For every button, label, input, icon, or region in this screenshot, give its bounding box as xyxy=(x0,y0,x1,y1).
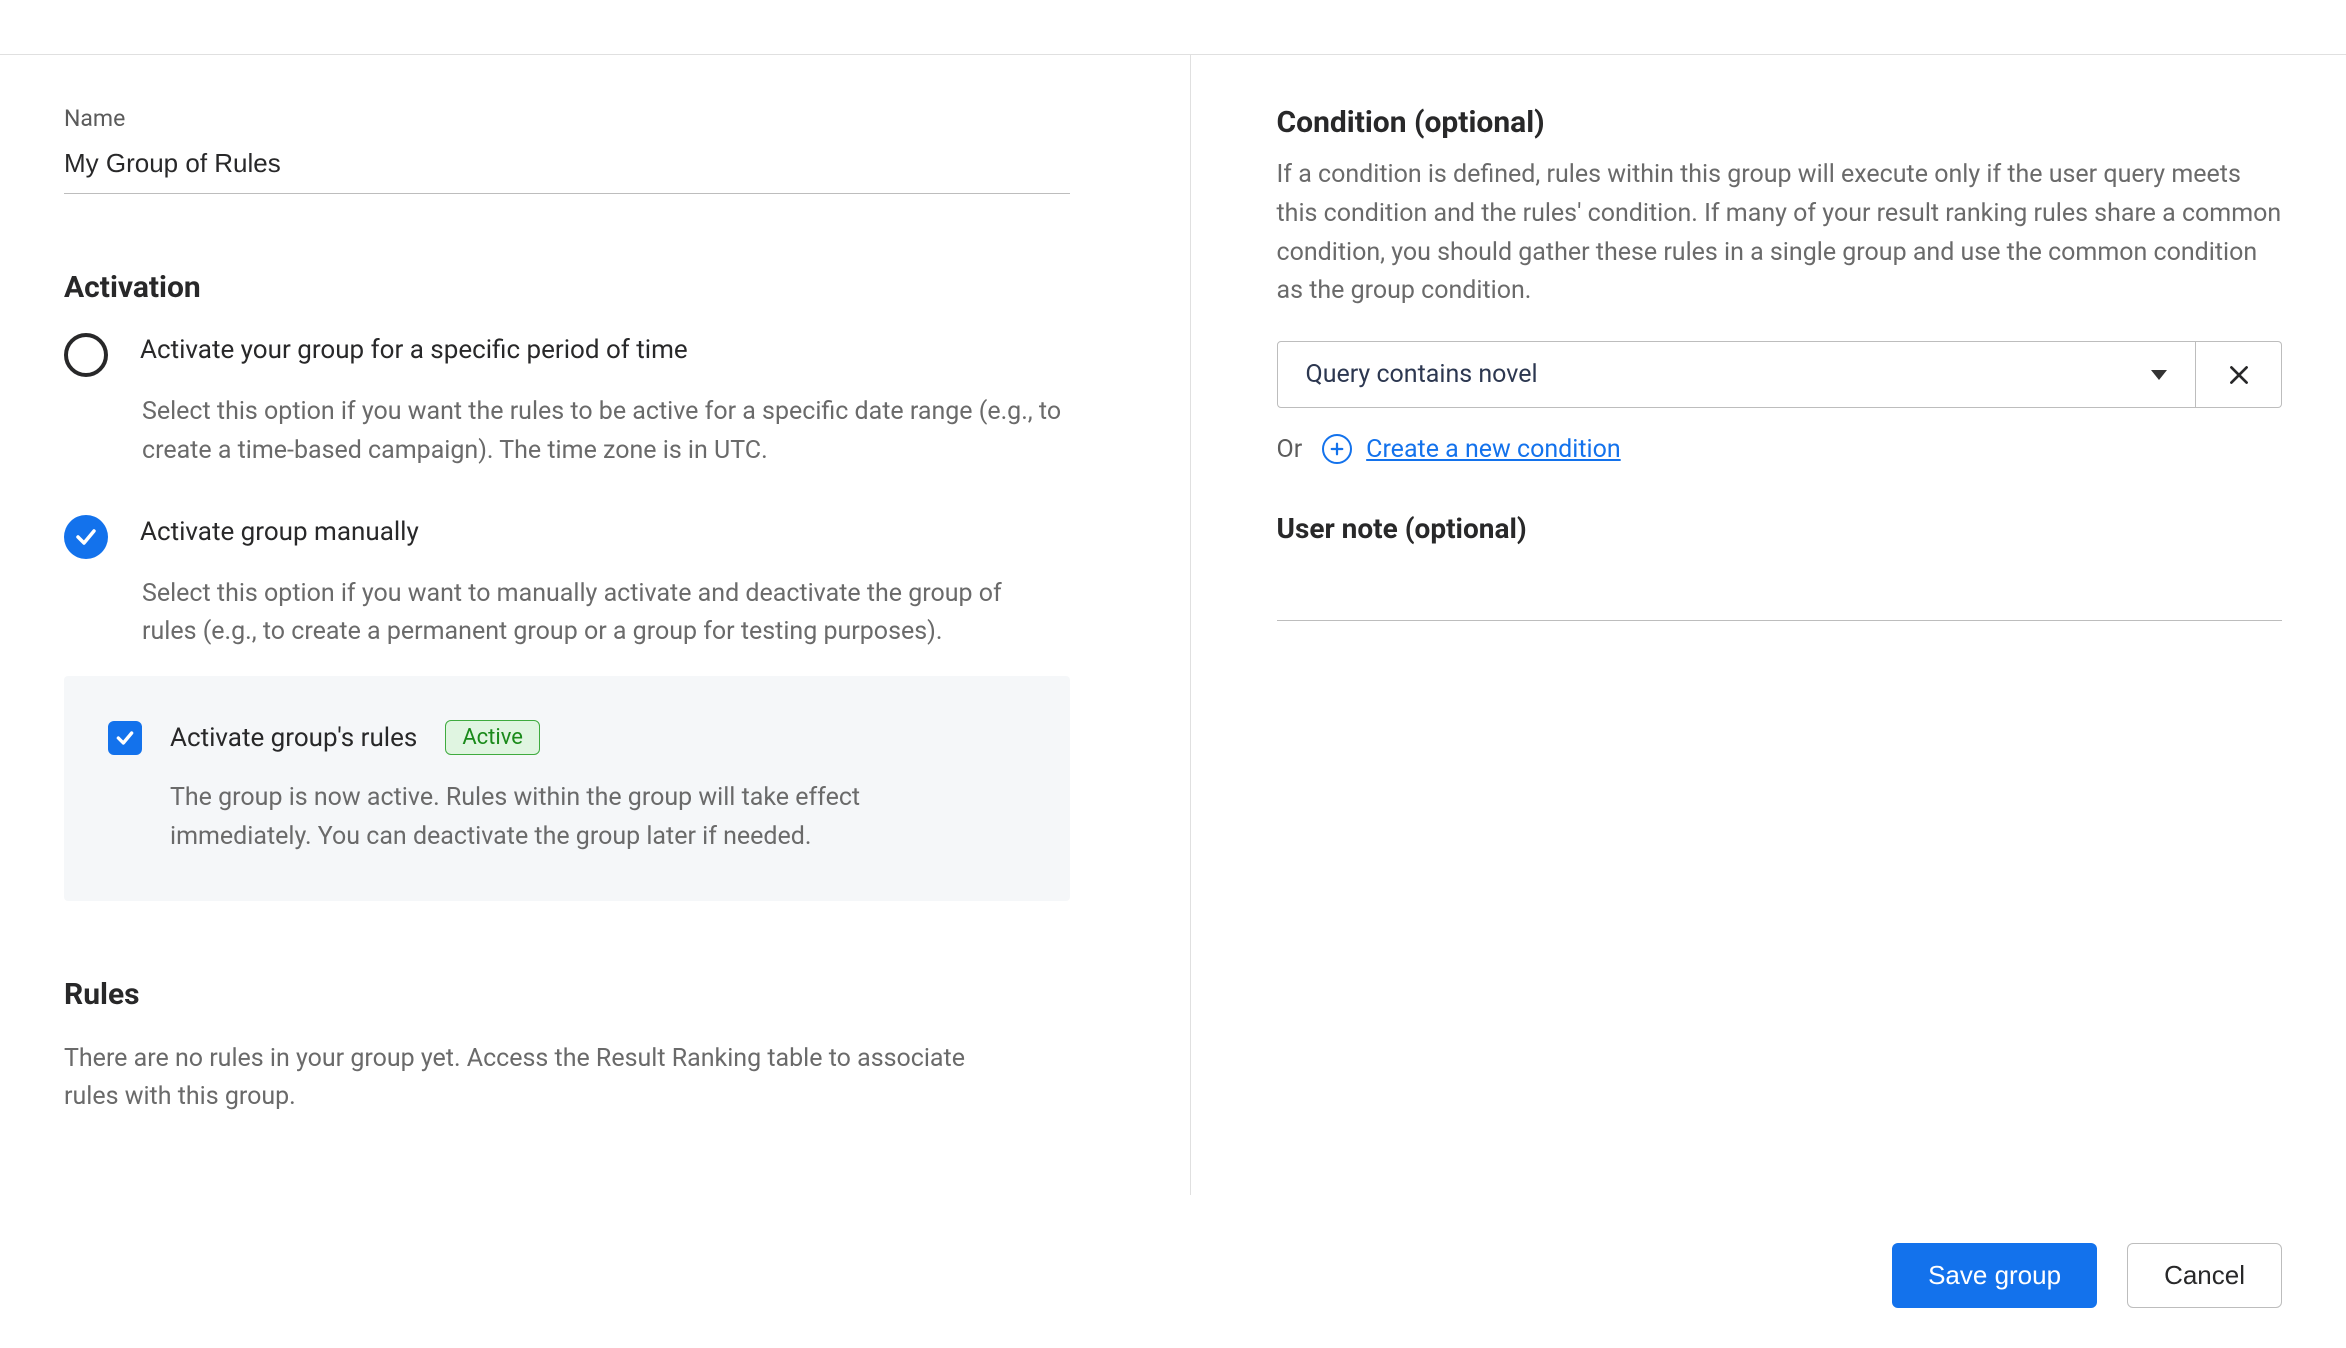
activate-rules-checkbox[interactable] xyxy=(108,721,142,755)
create-condition-link[interactable]: Create a new condition xyxy=(1366,435,1621,464)
activate-rules-panel: Activate group's rules Active The group … xyxy=(64,676,1070,901)
radio-time-period-label: Activate your group for a specific perio… xyxy=(140,333,688,365)
condition-select-value: Query contains novel xyxy=(1306,360,1538,389)
user-note-input[interactable] xyxy=(1277,569,2283,621)
condition-select[interactable]: Query contains novel xyxy=(1277,341,2197,408)
radio-time-period-desc: Select this option if you want the rules… xyxy=(142,393,1062,471)
chevron-down-icon xyxy=(2151,370,2167,380)
footer-actions: Save group Cancel xyxy=(1892,1243,2282,1308)
activation-heading: Activation xyxy=(64,270,1070,305)
user-note-heading: User note (optional) xyxy=(1277,512,2283,545)
radio-manual-label: Activate group manually xyxy=(140,515,419,547)
activate-rules-label: Activate group's rules xyxy=(170,723,417,753)
rules-empty-text: There are no rules in your group yet. Ac… xyxy=(64,1040,1024,1118)
save-group-button[interactable]: Save group xyxy=(1892,1243,2097,1308)
left-column: Name Activation Activate your group for … xyxy=(64,55,1190,1195)
activation-option-time: Activate your group for a specific perio… xyxy=(64,333,1070,471)
activate-rules-desc: The group is now active. Rules within th… xyxy=(170,779,930,857)
cancel-button[interactable]: Cancel xyxy=(2127,1243,2282,1308)
or-label: Or xyxy=(1277,435,1303,464)
condition-clear-button[interactable] xyxy=(2196,341,2282,408)
name-label: Name xyxy=(64,105,1070,132)
radio-manual-desc: Select this option if you want to manual… xyxy=(142,575,1062,653)
check-icon xyxy=(115,728,135,748)
plus-circle-icon xyxy=(1322,434,1352,464)
radio-time-period[interactable] xyxy=(64,333,108,377)
activation-option-manual: Activate group manually Select this opti… xyxy=(64,515,1070,901)
rules-heading: Rules xyxy=(64,977,1070,1012)
active-badge: Active xyxy=(445,720,540,755)
right-column: Condition (optional) If a condition is d… xyxy=(1190,55,2283,1195)
radio-manual[interactable] xyxy=(64,515,108,559)
condition-desc: If a condition is defined, rules within … xyxy=(1277,156,2283,311)
close-icon xyxy=(2226,362,2252,388)
name-input[interactable] xyxy=(64,146,1070,194)
check-icon xyxy=(74,525,98,549)
condition-heading: Condition (optional) xyxy=(1277,105,2283,140)
